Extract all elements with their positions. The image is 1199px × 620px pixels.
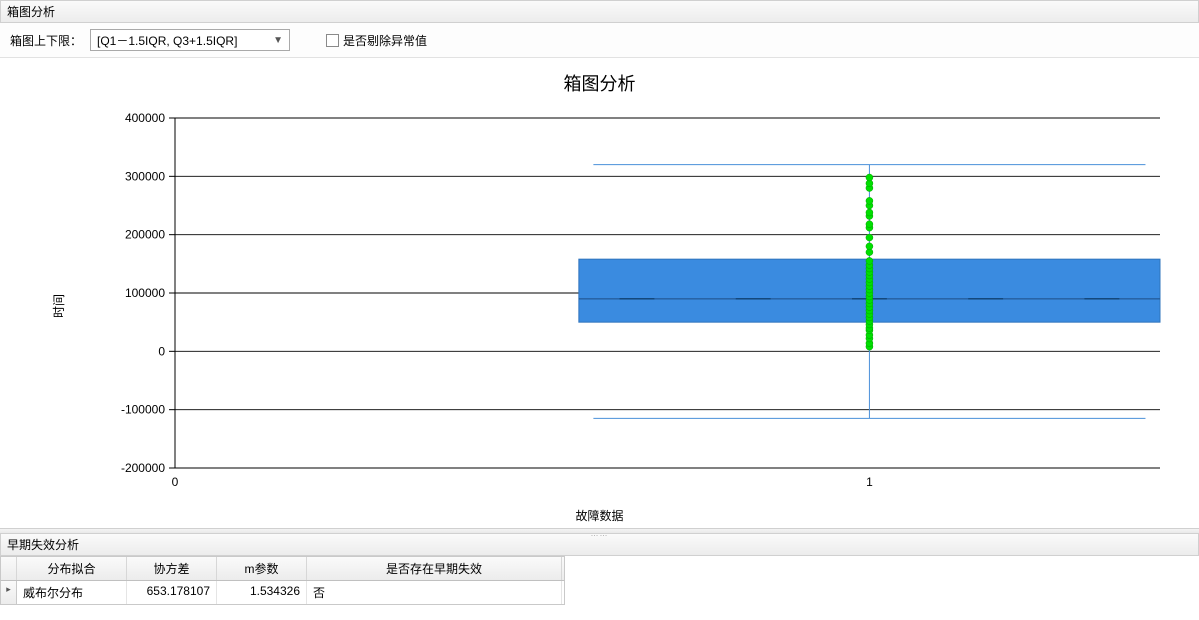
outlier-checkbox-label: 是否剔除异常值 <box>343 32 427 49</box>
cell-dist: 威布尔分布 <box>17 581 127 604</box>
limits-select-value: [Q1－1.5IQR, Q3+1.5IQR] <box>97 32 237 49</box>
outlier-checkbox[interactable]: 是否剔除异常值 <box>326 32 427 49</box>
cell-early: 否 <box>307 581 562 604</box>
cell-m: 1.534326 <box>217 581 307 604</box>
col-m[interactable]: m参数 <box>217 557 307 580</box>
col-early[interactable]: 是否存在早期失效 <box>307 557 562 580</box>
col-cov[interactable]: 协方差 <box>127 557 217 580</box>
checkbox-icon <box>326 34 339 47</box>
limits-label: 箱图上下限： <box>10 32 82 49</box>
svg-text:200000: 200000 <box>125 228 165 242</box>
results-grid: 分布拟合 协方差 m参数 是否存在早期失效 ▸ 威布尔分布 653.178107… <box>0 556 565 605</box>
grid-header: 分布拟合 协方差 m参数 是否存在早期失效 <box>0 556 565 581</box>
svg-text:100000: 100000 <box>125 286 165 300</box>
cell-cov: 653.178107 <box>127 581 217 604</box>
svg-text:0: 0 <box>158 344 165 358</box>
table-row[interactable]: ▸ 威布尔分布 653.178107 1.534326 否 <box>0 581 565 605</box>
chart-title: 箱图分析 <box>0 70 1199 96</box>
svg-text:-200000: -200000 <box>121 461 165 475</box>
limits-select[interactable]: [Q1－1.5IQR, Q3+1.5IQR] ▼ <box>90 29 290 51</box>
x-axis-label: 故障数据 <box>0 507 1199 524</box>
svg-text:400000: 400000 <box>125 111 165 125</box>
chart-area: 箱图分析 时间 -200000-100000010000020000030000… <box>0 58 1199 528</box>
svg-text:0: 0 <box>172 475 179 489</box>
chart-svg: -200000 -100000 0 100000 200000 300000 400000 0… <box>0 98 1199 518</box>
toolbar: 箱图上下限： [Q1－1.5IQR, Q3+1.5IQR] ▼ 是否剔除异常值 <box>0 23 1199 58</box>
row-indicator-icon: ▸ <box>1 581 17 604</box>
col-dist[interactable]: 分布拟合 <box>17 557 127 580</box>
panel1-title: 箱图分析 <box>0 0 1199 23</box>
svg-text:300000: 300000 <box>125 169 165 183</box>
chevron-down-icon: ▼ <box>273 35 283 46</box>
svg-text:-100000: -100000 <box>121 403 165 417</box>
svg-text:1: 1 <box>866 475 873 489</box>
grid-row-selector-header <box>1 557 17 580</box>
